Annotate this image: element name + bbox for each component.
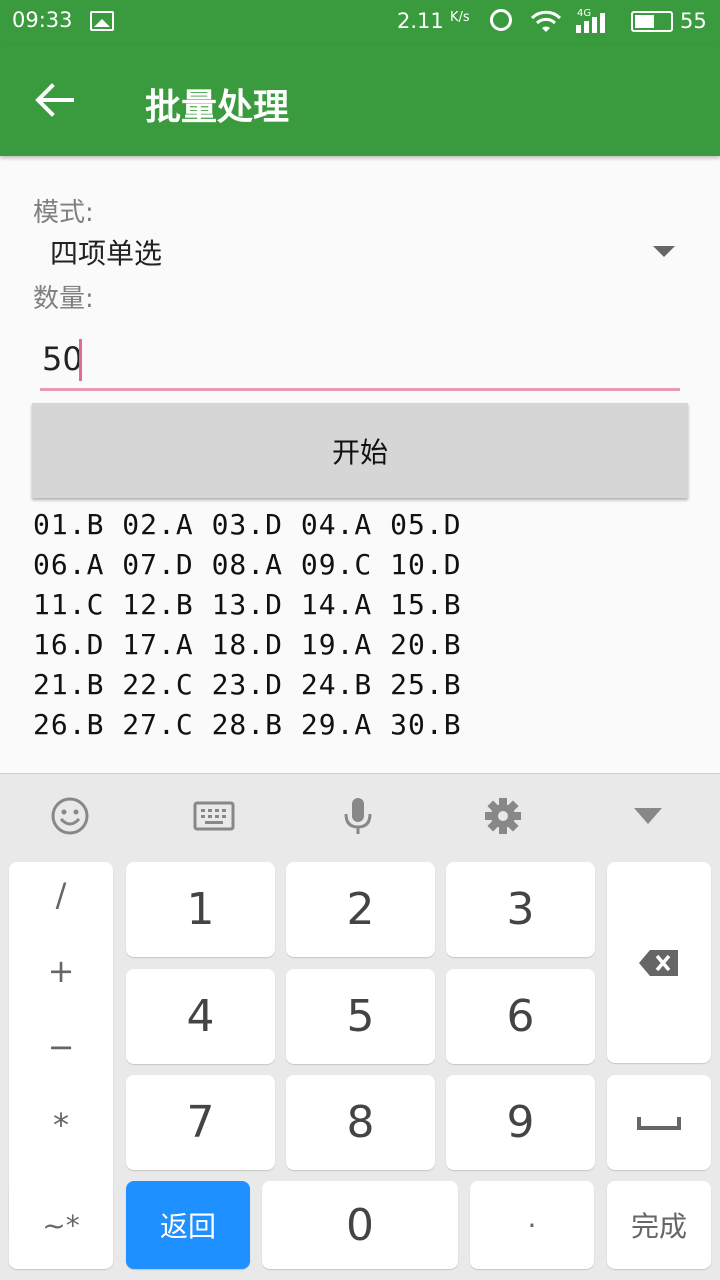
key-2[interactable]: 2 <box>286 862 435 957</box>
key-0[interactable]: 0 <box>262 1181 458 1269</box>
result-row: 06.A 07.D 08.A 09.C 10.D <box>33 548 462 581</box>
back-key[interactable]: 返回 <box>126 1181 250 1269</box>
back-arrow-icon[interactable] <box>32 80 76 120</box>
key-8[interactable]: 8 <box>286 1075 435 1170</box>
key-3[interactable]: 3 <box>446 862 595 957</box>
collapse-keyboard-icon[interactable] <box>632 796 664 836</box>
key-asterisk[interactable]: * <box>9 1106 113 1144</box>
key-7[interactable]: 7 <box>126 1075 275 1170</box>
wifi-icon <box>531 10 561 32</box>
microphone-icon[interactable] <box>343 796 373 836</box>
result-row: 16.D 17.A 18.D 19.A 20.B <box>33 628 462 661</box>
result-row: 21.B 22.C 23.D 24.B 25.B <box>33 668 462 701</box>
key-1[interactable]: 1 <box>126 862 275 957</box>
key-slash[interactable]: / <box>9 876 113 914</box>
key-plus[interactable]: + <box>9 952 113 990</box>
done-key[interactable]: 完成 <box>607 1181 711 1269</box>
space-icon <box>637 1116 681 1130</box>
count-label: 数量: <box>33 284 94 314</box>
net-speed: 2.11 <box>397 9 444 33</box>
backspace-icon <box>639 949 678 976</box>
dropdown-arrow-icon[interactable] <box>653 246 675 257</box>
start-button[interactable]: 开始 <box>32 403 688 498</box>
symbol-switch-key[interactable]: ~* <box>9 1181 113 1269</box>
key-5[interactable]: 5 <box>286 969 435 1064</box>
mode-label: 模式: <box>33 198 94 228</box>
result-row: 01.B 02.A 03.D 04.A 05.D <box>33 508 462 541</box>
count-input[interactable]: 50 <box>40 330 680 391</box>
battery-icon <box>631 11 673 32</box>
count-input-value: 50 <box>42 340 83 378</box>
key-minus[interactable]: − <box>9 1028 113 1066</box>
key-6[interactable]: 6 <box>446 969 595 1064</box>
keyboard-toolbar <box>0 773 720 858</box>
battery-percent: 55 <box>680 9 707 33</box>
result-row: 26.B 27.C 28.B 29.A 30.B <box>33 708 462 741</box>
app-toolbar: 批量处理 <box>0 44 720 156</box>
space-key[interactable] <box>607 1075 711 1170</box>
page-title: 批量处理 <box>145 87 290 128</box>
status-bar: 09:33 2.11 K/s 4G 55 <box>0 0 720 44</box>
results-list: 01.B 02.A 03.D 04.A 05.D 06.A 07.D 08.A … <box>33 505 693 745</box>
net-speed-unit: K/s <box>450 10 470 25</box>
numeric-keyboard: / + − * 1 2 3 4 5 6 7 8 9 ~* 返回 0 · 完成 <box>0 773 720 1280</box>
result-row: 11.C 12.B 13.D 14.A 15.B <box>33 588 462 621</box>
alarm-icon <box>490 9 512 31</box>
mode-spinner[interactable]: 四项单选 <box>50 232 162 272</box>
key-4[interactable]: 4 <box>126 969 275 1064</box>
battery-level <box>635 15 654 28</box>
key-9[interactable]: 9 <box>446 1075 595 1170</box>
settings-gear-icon[interactable] <box>483 796 523 836</box>
emoji-icon[interactable] <box>50 796 90 836</box>
status-time: 09:33 <box>12 8 73 32</box>
backspace-key[interactable] <box>607 862 711 1063</box>
text-caret <box>79 339 82 381</box>
keyboard-icon[interactable] <box>193 796 235 836</box>
dot-key[interactable]: · <box>470 1181 594 1269</box>
image-notification-icon <box>90 11 114 31</box>
signal-icon <box>576 13 605 33</box>
